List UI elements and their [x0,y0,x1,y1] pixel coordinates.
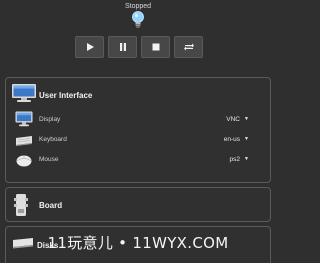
status-label: Stopped [124,3,152,10]
lightbulb-icon [132,11,144,28]
mouse-row[interactable]: Mouse ps2 ▼ [6,151,270,169]
playback-controls [75,36,203,58]
mouse-label: Mouse [39,156,59,163]
stop-icon [152,43,159,51]
pause-button[interactable] [108,36,137,58]
pause-icon [119,43,126,51]
user-interface-title: User Interface [39,91,93,100]
keyboard-row[interactable]: Keyboard en-us ▼ [6,131,270,149]
computer-icon [12,84,36,102]
mouse-select[interactable]: ps2 [230,156,240,163]
chevron-down-icon[interactable]: ▼ [244,136,249,142]
play-button[interactable] [75,36,104,58]
vm-settings-view: Stopped User Interface Display VNC ▼ Key… [0,0,276,263]
keyboard-icon [16,136,32,146]
user-interface-panel: User Interface Display VNC ▼ Keyboard en… [5,77,271,183]
keyboard-select[interactable]: en-us [224,136,240,143]
display-row[interactable]: Display VNC ▼ [6,111,270,129]
display-select[interactable]: VNC [226,116,240,123]
keyboard-label: Keyboard [39,136,67,143]
mouse-icon [16,155,32,167]
display-label: Display [39,116,61,123]
loop-icon [183,43,194,51]
board-panel[interactable]: Board [5,187,271,222]
chevron-down-icon[interactable]: ▼ [244,156,249,162]
watermark-text: 11玩意儿 • 11WYX.COM [47,234,229,252]
stop-button[interactable] [141,36,170,58]
monitor-icon [15,111,33,127]
restart-button[interactable] [174,36,203,58]
play-icon [86,43,94,51]
board-icon [14,194,28,216]
chevron-down-icon[interactable]: ▼ [244,116,249,122]
board-title: Board [39,201,63,210]
